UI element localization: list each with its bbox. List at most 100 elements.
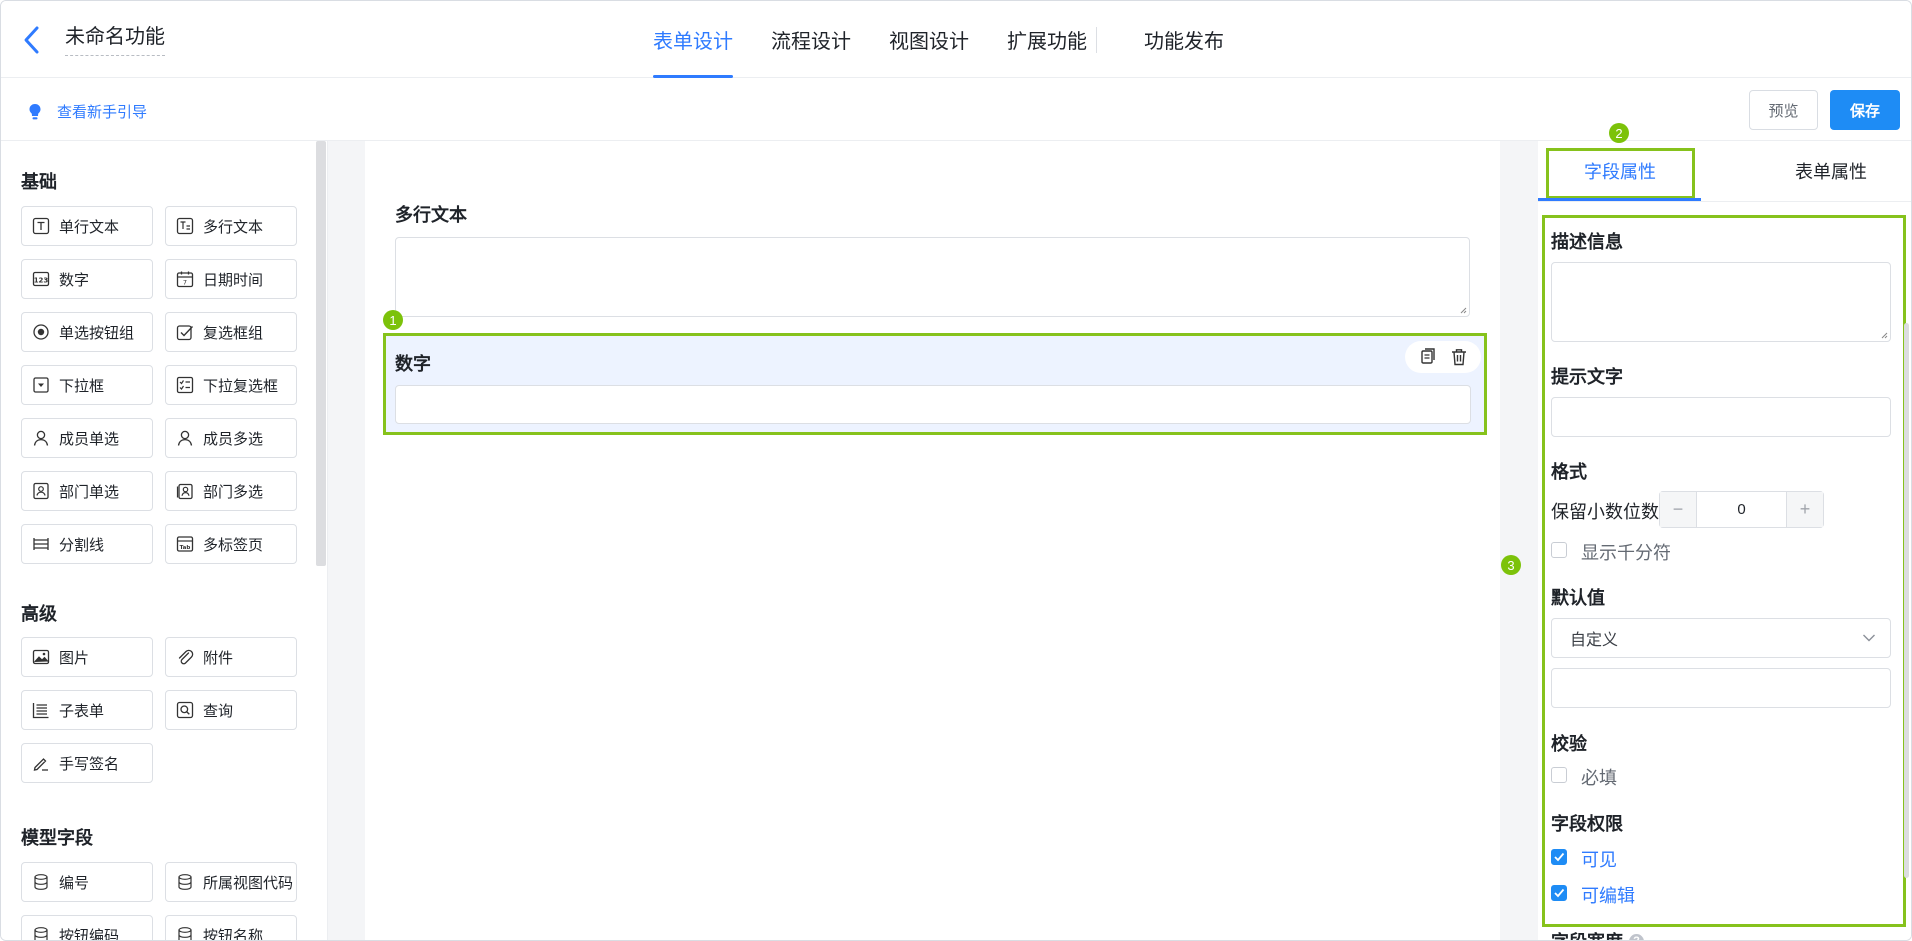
department-multi-icon (176, 483, 193, 500)
palette-item-divider[interactable]: 分割线 (21, 524, 153, 564)
users-icon (177, 430, 193, 446)
palette-item-datetime[interactable]: 7 日期时间 (165, 259, 297, 299)
check-icon (1554, 888, 1565, 898)
palette-item-attachment[interactable]: 附件 (165, 637, 297, 677)
selected-number-field[interactable]: 数字 (383, 333, 1487, 435)
tab-form-design[interactable]: 表单设计 (653, 1, 733, 78)
subform-icon (32, 703, 49, 719)
palette-item-label: 日期时间 (203, 271, 264, 289)
preview-button[interactable]: 预览 (1749, 90, 1818, 130)
chevron-down-icon (1863, 634, 1875, 642)
default-value-input[interactable] (1551, 668, 1891, 708)
app-title[interactable]: 未命名功能 (65, 25, 165, 56)
group-title-advanced: 高级 (21, 604, 57, 624)
format-title: 格式 (1551, 462, 1587, 482)
database-icon (178, 874, 192, 890)
resize-handle-icon[interactable] (1459, 306, 1467, 314)
pen-icon (33, 758, 48, 771)
palette-item-number[interactable]: 123 数字 (21, 259, 153, 299)
palette-item-label: 单行文本 (59, 218, 120, 236)
tab-view-design[interactable]: 视图设计 (889, 1, 969, 78)
tabs-icon: Tab (176, 536, 194, 552)
tab-form-props[interactable]: 表单属性 (1795, 151, 1867, 191)
palette-item-dept-multi[interactable]: 部门多选 (165, 471, 297, 511)
divider-icon (33, 538, 49, 550)
increment-button[interactable]: + (1787, 492, 1823, 527)
palette-item-button-name[interactable]: 按钮名称 (165, 915, 297, 940)
default-select-value: 自定义 (1570, 632, 1619, 649)
palette-scrollbar[interactable] (316, 141, 326, 566)
checklist-icon (176, 376, 194, 394)
palette-item-query[interactable]: 查询 (165, 690, 297, 730)
group-title-model-fields: 模型字段 (21, 828, 93, 848)
thousand-sep-checkbox[interactable] (1551, 542, 1567, 558)
palette-item-label: 部门多选 (203, 483, 264, 501)
guide-link[interactable]: 查看新手引导 (27, 101, 147, 122)
palette-item-radio-group[interactable]: 单选按钮组 (21, 312, 153, 352)
tab-divider (1096, 27, 1097, 53)
trash-icon[interactable] (1448, 346, 1470, 368)
tab-field-props[interactable]: 字段属性 (1584, 151, 1656, 191)
tab-publish[interactable]: 功能发布 (1144, 1, 1224, 78)
desc-title: 描述信息 (1551, 232, 1623, 252)
svg-text:Tab: Tab (180, 545, 191, 551)
svg-text:7: 7 (183, 279, 187, 287)
database-icon (178, 927, 192, 940)
visible-checkbox[interactable] (1551, 849, 1567, 865)
decimal-value[interactable]: 0 (1696, 492, 1787, 527)
back-button[interactable] (19, 23, 45, 57)
department-icon (33, 482, 49, 500)
image-icon (32, 649, 50, 665)
palette-item-label: 下拉框 (59, 377, 105, 395)
decrement-button[interactable]: − (1660, 492, 1696, 527)
multiline-text-field[interactable] (395, 237, 1470, 317)
hint-title: 提示文字 (1551, 367, 1623, 387)
tab-extensions[interactable]: 扩展功能 (1007, 1, 1087, 78)
palette-item-label: 子表单 (59, 702, 105, 720)
number-icon: 123 (32, 271, 50, 287)
palette-item-label: 查询 (203, 702, 234, 720)
palette-item-dropdown-multi[interactable]: 下拉复选框 (165, 365, 297, 405)
permission-title: 字段权限 (1551, 814, 1623, 834)
palette-item-multi-tab[interactable]: Tab 多标签页 (165, 524, 297, 564)
palette-item-view-code[interactable]: 所属视图代码 (165, 862, 297, 902)
palette-item-checkbox-group[interactable]: 复选框组 (165, 312, 297, 352)
help-icon[interactable]: ? (1629, 933, 1644, 940)
description-textarea[interactable] (1551, 262, 1891, 342)
required-label: 必填 (1581, 768, 1617, 788)
palette-item-label: 多行文本 (203, 218, 264, 236)
main-tabs: 表单设计 流程设计 视图设计 扩展功能 功能发布 (653, 1, 1262, 78)
palette-item-label: 单选按钮组 (59, 324, 135, 342)
palette-item-dept-single[interactable]: 部门单选 (21, 471, 153, 511)
default-value-select[interactable]: 自定义 (1551, 618, 1891, 658)
search-icon (176, 701, 194, 719)
palette-item-multi-text[interactable]: 多行文本 (165, 206, 297, 246)
palette-item-single-text[interactable]: 单行文本 (21, 206, 153, 246)
database-icon (34, 927, 48, 940)
hint-input[interactable] (1551, 397, 1891, 437)
save-button[interactable]: 保存 (1830, 90, 1900, 130)
database-icon (34, 874, 48, 890)
palette-item-subform[interactable]: 子表单 (21, 690, 153, 730)
props-scrollbar[interactable] (1904, 323, 1909, 878)
palette-item-button-code[interactable]: 按钮编码 (21, 915, 153, 940)
required-checkbox[interactable] (1551, 767, 1567, 783)
palette-item-signature[interactable]: 手写签名 (21, 743, 153, 783)
app-window: 未命名功能 表单设计 流程设计 视图设计 扩展功能 功能发布 查看新手引导 预览… (0, 0, 1912, 941)
palette-item-code[interactable]: 编号 (21, 862, 153, 902)
copy-icon[interactable] (1416, 346, 1438, 368)
palette-item-image[interactable]: 图片 (21, 637, 153, 677)
field-actions (1405, 341, 1481, 373)
decimal-label: 保留小数位数 (1551, 502, 1659, 522)
resize-handle-icon[interactable] (1880, 331, 1888, 339)
palette-item-dropdown[interactable]: 下拉框 (21, 365, 153, 405)
palette-item-member-single[interactable]: 成员单选 (21, 418, 153, 458)
number-input[interactable] (395, 385, 1471, 424)
palette-item-label: 所属视图代码 (203, 874, 294, 892)
tab-baseline (1538, 201, 1911, 202)
paperclip-icon (178, 649, 194, 665)
active-tab-indicator (1538, 198, 1701, 201)
palette-item-member-multi[interactable]: 成员多选 (165, 418, 297, 458)
editable-checkbox[interactable] (1551, 885, 1567, 901)
tab-flow-design[interactable]: 流程设计 (771, 1, 851, 78)
